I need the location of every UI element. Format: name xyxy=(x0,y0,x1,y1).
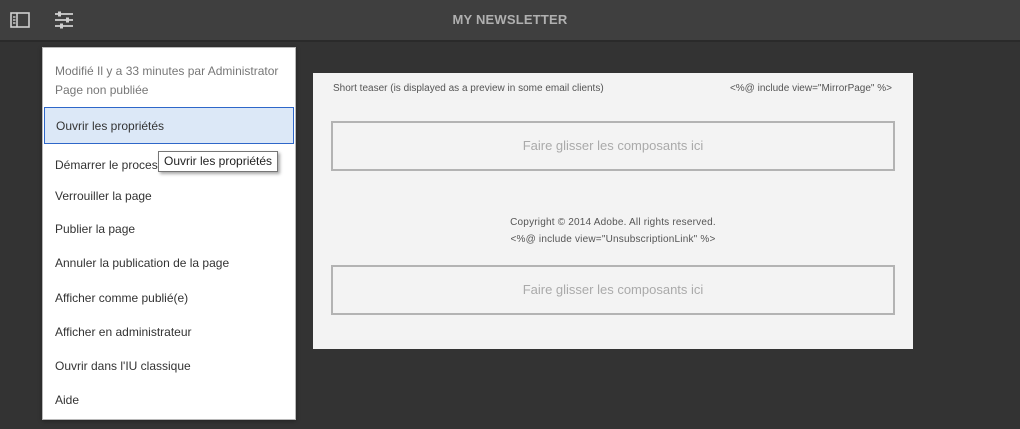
menu-item-open-classic-ui[interactable]: Ouvrir dans l'IU classique xyxy=(43,349,295,383)
copyright-text: Copyright © 2014 Adobe. All rights reser… xyxy=(510,217,716,228)
newsletter-canvas: Short teaser (is displayed as a preview … xyxy=(313,73,913,349)
component-dropzone-1[interactable]: Faire glisser les composants ici xyxy=(331,121,895,171)
top-toolbar: MY NEWSLETTER xyxy=(0,0,1020,42)
unsubscription-include: <%@ include view="UnsubscriptionLink" %> xyxy=(510,234,716,245)
menu-item-view-as-admin[interactable]: Afficher en administrateur xyxy=(43,315,295,349)
menu-item-help[interactable]: Aide xyxy=(43,383,295,417)
modified-info: Modifié Il y a 33 minutes par Administra… xyxy=(55,64,279,78)
tooltip: Ouvrir les propriétés xyxy=(158,151,279,172)
component-dropzone-2[interactable]: Faire glisser les composants ici xyxy=(331,265,895,315)
page-title: MY NEWSLETTER xyxy=(452,12,568,27)
short-teaser-text[interactable]: Short teaser (is displayed as a preview … xyxy=(333,83,604,94)
publish-status: Page non publiée xyxy=(55,83,149,97)
page-info: Modifié Il y a 33 minutes par Administra… xyxy=(55,62,278,100)
menu-item-unpublish-page[interactable]: Annuler la publication de la page xyxy=(43,246,295,280)
menu-item-view-as-published[interactable]: Afficher comme publié(e) xyxy=(43,281,295,315)
menu-item-open-properties[interactable]: Ouvrir les propriétés xyxy=(44,107,294,144)
menu-item-lock-page[interactable]: Verrouiller la page xyxy=(43,179,295,213)
menu-item-publish-page[interactable]: Publier la page xyxy=(43,212,295,246)
mirror-page-include: <%@ include view="MirrorPage" %> xyxy=(729,83,892,94)
page-actions-menu: Modifié Il y a 33 minutes par Administra… xyxy=(42,47,296,420)
